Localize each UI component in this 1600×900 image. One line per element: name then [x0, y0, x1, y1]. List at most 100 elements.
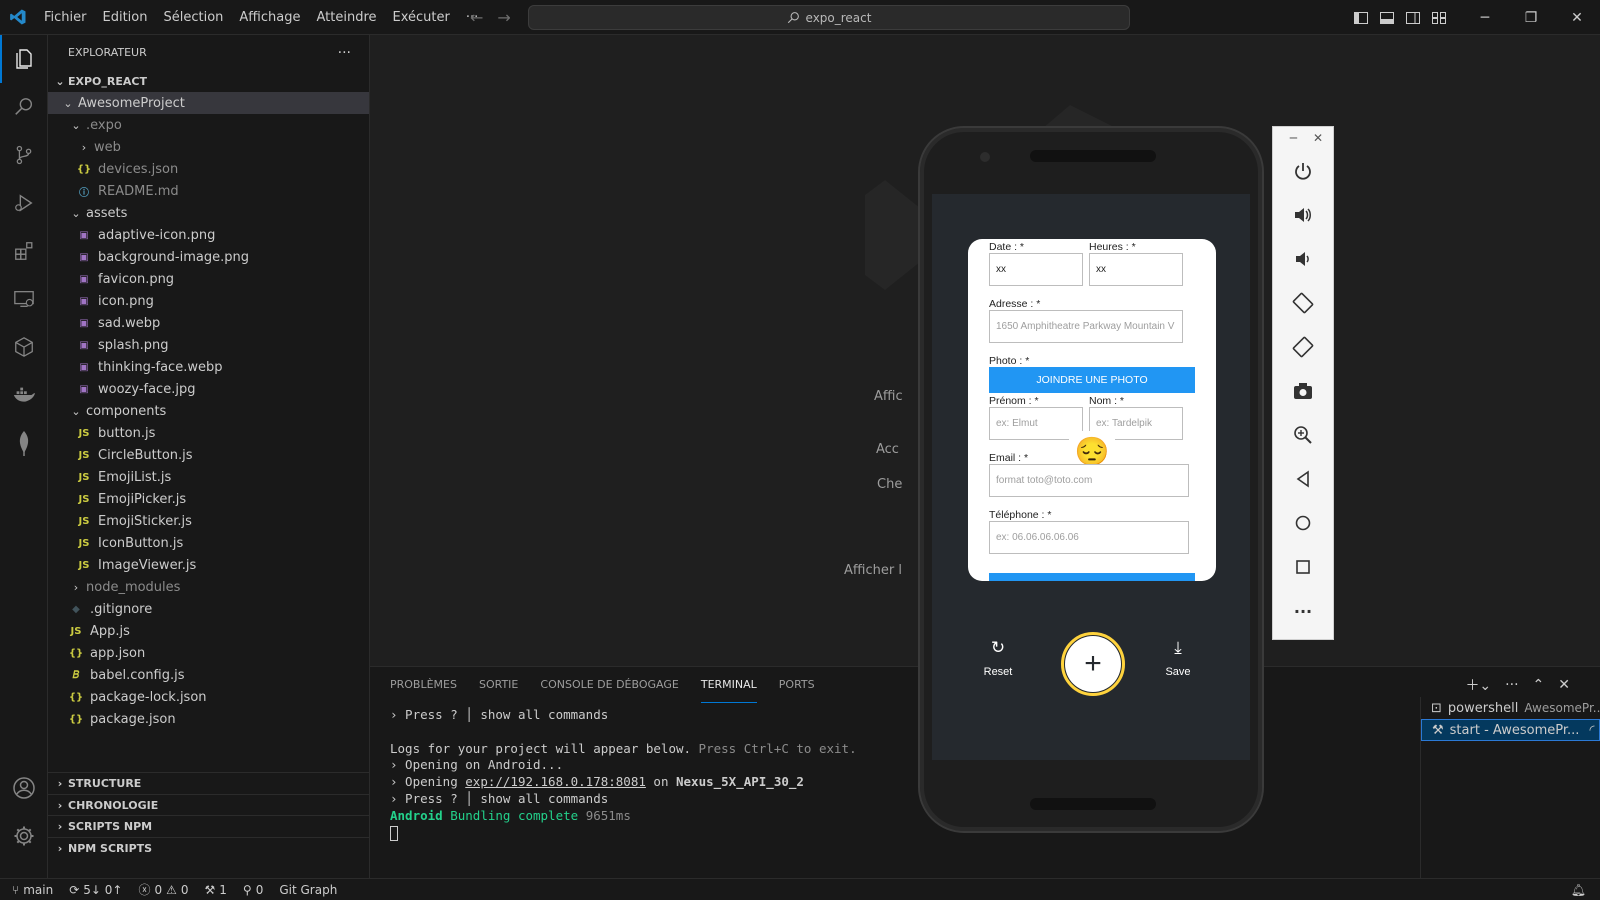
settings-gear-icon[interactable] — [0, 812, 48, 860]
address-input[interactable]: 1650 Amphitheatre Parkway Mountain V — [989, 310, 1183, 343]
source-control-icon[interactable] — [0, 131, 48, 179]
workspace-root[interactable]: ⌄ EXPO_REACT — [48, 70, 369, 92]
overview-square-icon[interactable] — [1273, 545, 1333, 589]
branch-indicator[interactable]: ⑂ main — [0, 883, 61, 897]
tree-item[interactable]: ▣ thinking-face.webp — [48, 356, 369, 378]
account-icon[interactable] — [0, 764, 48, 812]
tree-item[interactable]: › node_modules — [48, 576, 369, 598]
tools-indicator[interactable]: ⚒ 1 — [197, 883, 235, 897]
terminal-item-start[interactable]: ⚒ start - AwesomePr... ◜ — [1421, 719, 1600, 741]
sidebar-section[interactable]: › SCRIPTS NPM — [48, 815, 370, 837]
more-actions-icon[interactable]: ··· — [1505, 677, 1518, 693]
toggle-secondary-sidebar-icon[interactable] — [1400, 0, 1426, 35]
home-circle-icon[interactable] — [1273, 501, 1333, 545]
extensions-icon[interactable] — [0, 227, 48, 275]
phone-screen[interactable]: Date : * xx Heures : * xx Adresse : * 16… — [932, 194, 1250, 760]
tree-item[interactable]: JS button.js — [48, 422, 369, 444]
panel-tab[interactable]: PORTS — [779, 667, 815, 703]
attach-photo-button[interactable]: JOINDRE UNE PHOTO — [989, 367, 1195, 393]
more-options-icon[interactable]: ··· — [1273, 589, 1333, 633]
tree-item[interactable]: {} package.json — [48, 708, 369, 730]
remote-explorer-icon[interactable] — [0, 275, 48, 323]
phone-input[interactable]: ex: 06.06.06.06.06 — [989, 521, 1189, 554]
back-arrow-icon[interactable]: ← — [470, 8, 483, 27]
tree-item[interactable]: 𝐵babel.config.js — [48, 664, 369, 686]
tree-item[interactable]: ▣ adaptive-icon.png — [48, 224, 369, 246]
customize-layout-icon[interactable] — [1426, 0, 1452, 35]
volume-up-icon[interactable] — [1273, 193, 1333, 237]
tree-item[interactable]: JS CircleButton.js — [48, 444, 369, 466]
toggle-sidebar-icon[interactable] — [1348, 0, 1374, 35]
menu-item[interactable]: Edition — [95, 0, 156, 35]
explorer-more-button[interactable]: ··· — [338, 45, 351, 61]
restore-icon[interactable]: ❐ — [1508, 0, 1554, 35]
git-graph-button[interactable]: Git Graph — [271, 883, 345, 897]
sidebar-section[interactable]: › CHRONOLOGIE — [48, 793, 370, 816]
panel-tab[interactable]: PROBLÈMES — [390, 667, 457, 703]
ports-indicator[interactable]: ⚲ 0 — [235, 883, 271, 897]
tree-item[interactable]: ⌄ components — [48, 400, 369, 422]
tree-item[interactable]: ▣ sad.webp — [48, 312, 369, 334]
back-triangle-icon[interactable] — [1273, 457, 1333, 501]
new-terminal-icon[interactable]: ＋⌄ — [1465, 675, 1491, 695]
tree-item[interactable]: JS EmojiSticker.js — [48, 510, 369, 532]
cube-icon[interactable] — [0, 323, 48, 371]
forward-arrow-icon[interactable]: → — [497, 8, 510, 27]
power-icon[interactable] — [1273, 149, 1333, 193]
close-panel-icon[interactable]: ✕ — [1558, 677, 1570, 693]
toggle-panel-icon[interactable] — [1374, 0, 1400, 35]
tree-item[interactable]: ⌄ .expo — [48, 114, 369, 136]
tree-item[interactable]: {} devices.json — [48, 158, 369, 180]
tree-item[interactable]: JS EmojiPicker.js — [48, 488, 369, 510]
menu-item[interactable]: Exécuter — [385, 0, 458, 35]
add-sticker-button[interactable]: + — [1061, 632, 1125, 696]
tree-item[interactable]: ⌄ assets — [48, 202, 369, 224]
terminal-item-powershell[interactable]: ⊡ powershell AwesomePr... — [1421, 697, 1600, 719]
maximize-panel-icon[interactable]: ⌃ — [1533, 677, 1545, 693]
zoom-icon[interactable] — [1273, 413, 1333, 457]
reset-button[interactable]: ↻ Reset — [968, 638, 1028, 678]
minimize-icon[interactable]: ─ — [1462, 0, 1508, 35]
tree-item[interactable]: ◆ .gitignore — [48, 598, 369, 620]
tree-item[interactable]: JS ImageViewer.js — [48, 554, 369, 576]
explorer-icon[interactable] — [0, 35, 48, 83]
email-input[interactable]: format toto@toto.com — [989, 464, 1189, 497]
panel-tab[interactable]: TERMINAL — [700, 667, 757, 703]
tree-item[interactable]: › web — [48, 136, 369, 158]
volume-down-icon[interactable] — [1273, 237, 1333, 281]
hours-input[interactable]: xx — [1089, 253, 1183, 286]
save-button[interactable]: ⤓ Save — [1148, 638, 1208, 678]
sidebar-section[interactable]: › NPM SCRIPTS — [48, 836, 370, 859]
tree-item[interactable]: ⓘ README.md — [48, 180, 369, 202]
panel-tab[interactable]: CONSOLE DE DÉBOGAGE — [540, 667, 678, 703]
tree-item[interactable]: ▣ icon.png — [48, 290, 369, 312]
tree-item[interactable]: ▣ splash.png — [48, 334, 369, 356]
tree-item[interactable]: JS App.js — [48, 620, 369, 642]
terminal-output[interactable]: › Press ? │ show all commands Logs for y… — [390, 707, 857, 841]
menu-item[interactable]: Sélection — [155, 0, 231, 35]
rotate-left-icon[interactable] — [1273, 281, 1333, 325]
menu-item[interactable]: Atteindre — [308, 0, 384, 35]
close-window-icon[interactable]: ✕ — [1554, 0, 1600, 35]
emulator-close-icon[interactable]: ✕ — [1313, 131, 1323, 145]
tree-item[interactable]: {} app.json — [48, 642, 369, 664]
sync-indicator[interactable]: ⟳ 5↓ 0↑ — [61, 883, 130, 897]
tree-item[interactable]: JS IconButton.js — [48, 532, 369, 554]
problems-indicator[interactable]: ⓧ 0 ⚠ 0 — [130, 881, 196, 898]
rotate-right-icon[interactable] — [1273, 325, 1333, 369]
tree-item[interactable]: {} package-lock.json — [48, 686, 369, 708]
tree-item[interactable]: ▣ favicon.png — [48, 268, 369, 290]
emulator-minimize-icon[interactable]: ─ — [1290, 131, 1297, 145]
menu-item[interactable]: Fichier — [36, 0, 95, 35]
tree-item[interactable]: JS EmojiList.js — [48, 466, 369, 488]
screenshot-camera-icon[interactable] — [1273, 369, 1333, 413]
tree-item[interactable]: ⌄ AwesomeProject — [48, 92, 369, 114]
tree-item[interactable]: ▣ woozy-face.jpg — [48, 378, 369, 400]
command-center-search[interactable]: expo_react — [528, 5, 1130, 30]
submit-button-partial[interactable] — [989, 573, 1195, 581]
sidebar-section[interactable]: › STRUCTURE — [48, 772, 370, 794]
notifications-bell-icon[interactable]: 🔔︎ — [1563, 883, 1600, 897]
tree-item[interactable]: ▣ background-image.png — [48, 246, 369, 268]
panel-tab[interactable]: SORTIE — [479, 667, 518, 703]
date-input[interactable]: xx — [989, 253, 1083, 286]
